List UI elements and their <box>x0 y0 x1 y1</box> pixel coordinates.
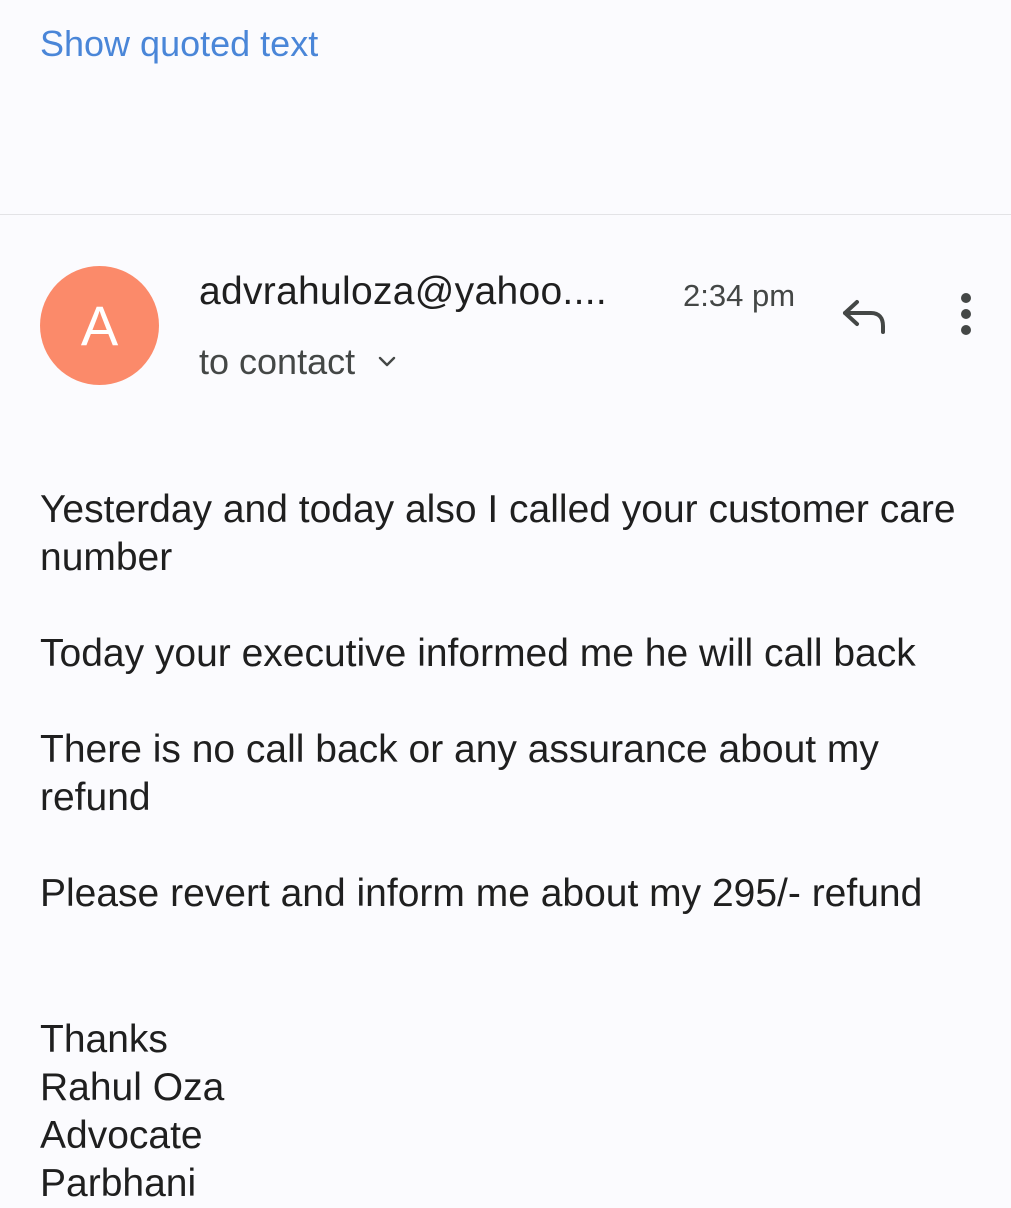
more-vert-icon <box>959 292 973 341</box>
signature-line: Rahul Oza <box>40 1066 225 1109</box>
body-paragraph: Yesterday and today also I called your c… <box>40 488 956 579</box>
signature-line: Parbhani <box>40 1162 197 1205</box>
body-paragraph: Today your executive informed me he will… <box>40 632 916 675</box>
reply-button[interactable] <box>832 290 896 346</box>
signature-line: Thanks <box>40 1018 168 1061</box>
signature-line: Advocate <box>40 1114 203 1157</box>
message-divider <box>0 214 1011 215</box>
message-time: 2:34 pm <box>683 278 796 313</box>
reply-icon <box>839 296 889 341</box>
show-quoted-text-link[interactable]: Show quoted text <box>40 22 318 66</box>
body-paragraph: There is no call back or any assurance a… <box>40 728 879 819</box>
chevron-down-icon <box>369 344 405 380</box>
recipient-label: to contact <box>199 341 356 382</box>
sender-avatar[interactable]: A <box>40 266 159 385</box>
sender-email[interactable]: advrahuloza@yahoo.... <box>199 268 659 316</box>
recipient-details-toggle[interactable]: to contact <box>199 340 405 384</box>
more-options-button[interactable] <box>940 290 992 342</box>
body-paragraph: Please revert and inform me about my 295… <box>40 872 923 915</box>
message-body: Yesterday and today also I called your c… <box>40 486 980 966</box>
message-signature: Thanks Rahul Oza Advocate Parbhani <box>40 1016 224 1208</box>
